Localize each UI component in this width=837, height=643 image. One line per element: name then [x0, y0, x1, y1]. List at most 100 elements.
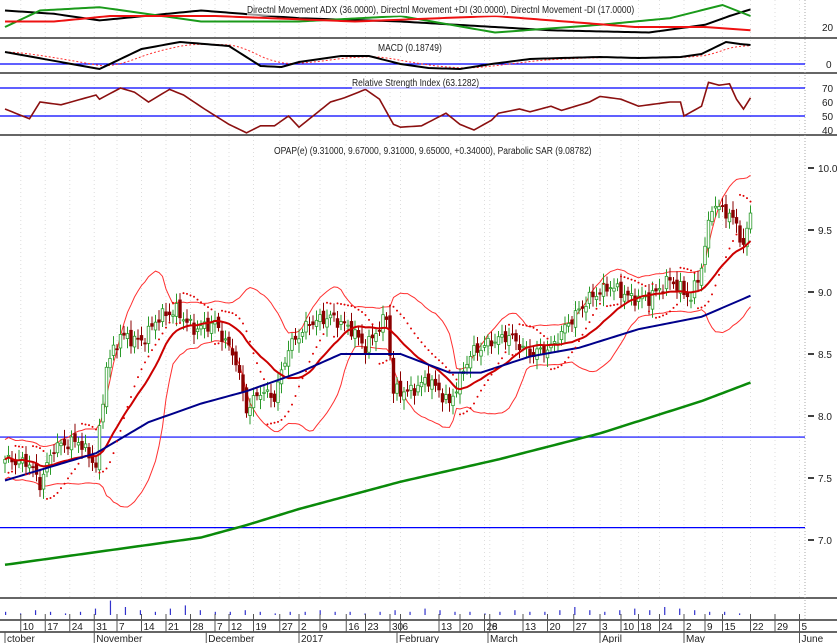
sar-dot	[445, 366, 447, 369]
volume-bar	[79, 611, 82, 615]
candle-body	[38, 477, 42, 491]
sar-dot	[140, 368, 143, 371]
date-tick-label: 19	[256, 622, 268, 633]
sar-dot	[658, 316, 661, 319]
sar-dot	[532, 326, 535, 329]
price-tick-label: 7.5	[818, 474, 832, 485]
candle-body	[181, 319, 186, 322]
candle-body	[496, 336, 501, 345]
volume-bar	[544, 611, 546, 615]
sar-dot	[578, 340, 580, 343]
volume-bar	[589, 610, 591, 615]
volume-bar	[139, 610, 142, 615]
candle-body	[538, 347, 543, 350]
candle-body	[507, 335, 511, 346]
sar-dot	[32, 445, 34, 448]
candle-body	[370, 334, 375, 339]
sar-dot	[277, 420, 279, 423]
date-tick-label: 31	[96, 622, 108, 633]
candle-body	[416, 384, 420, 393]
sar-dot	[210, 308, 213, 311]
candle-body	[514, 333, 518, 342]
candle-body	[391, 357, 396, 394]
sar-dot	[504, 351, 507, 354]
candle-body	[479, 349, 483, 357]
date-tick-label: 12	[231, 622, 243, 633]
candle-body	[608, 287, 613, 290]
sar-dot	[515, 353, 517, 356]
sar-dot	[263, 378, 265, 381]
sar-dot	[105, 467, 108, 470]
sar-dot	[179, 322, 181, 325]
sar-dot	[333, 335, 335, 338]
sar-dot	[252, 352, 255, 355]
volume-bar	[34, 610, 37, 615]
sar-dot	[725, 256, 727, 259]
candle-body	[62, 439, 67, 446]
candle-body	[286, 350, 291, 367]
sar-dot	[588, 321, 591, 324]
adx-tick-label: 20	[822, 23, 834, 34]
candle-body	[748, 212, 753, 230]
candle-body	[220, 330, 224, 342]
sar-dot	[336, 302, 339, 305]
volume-bar	[619, 610, 621, 615]
sar-dot	[424, 345, 426, 348]
volume-bar	[349, 611, 351, 615]
rsi-title: Relative Strength Index (63.1282)	[352, 78, 480, 89]
candle-body	[615, 283, 620, 288]
candle-body	[717, 206, 721, 211]
sar-dot	[343, 303, 346, 306]
sar-dot	[735, 233, 738, 236]
candle-body	[157, 319, 161, 323]
sar-dot	[154, 343, 157, 346]
candle-body	[199, 325, 203, 330]
candle-body	[657, 288, 662, 291]
sar-dot	[410, 327, 412, 330]
date-tick-label: 13	[441, 622, 453, 633]
sar-dot	[280, 418, 283, 421]
candle-body	[552, 341, 557, 344]
candle-body	[76, 442, 81, 446]
candle-body	[619, 281, 623, 299]
candle-body	[41, 473, 46, 490]
sar-dot	[655, 316, 657, 319]
date-tick-label: 5	[802, 622, 808, 633]
sar-dot	[627, 277, 629, 280]
sar-dot	[371, 323, 374, 326]
volume-bar	[259, 611, 261, 615]
candle-body	[80, 440, 84, 450]
candle-body	[699, 267, 704, 286]
candle-body	[136, 337, 140, 340]
sar-dot	[693, 271, 696, 274]
candle-body	[468, 356, 473, 369]
candle-body	[419, 382, 424, 388]
volume-bar	[199, 610, 201, 615]
sar-dot	[182, 292, 185, 295]
sar-dot	[7, 471, 10, 474]
volume-bar	[649, 610, 651, 615]
rsi-line	[4, 81, 752, 134]
candle-body	[73, 433, 77, 442]
price-tick-label: 8.5	[818, 350, 832, 361]
sar-dot	[669, 310, 671, 313]
candle-body	[262, 391, 266, 394]
sar-dot	[483, 384, 486, 387]
candle-body	[118, 334, 123, 349]
sar-dot	[613, 303, 615, 306]
sar-dot	[130, 396, 132, 399]
sar-dot	[186, 292, 188, 295]
sar-dot	[14, 444, 17, 447]
volume-bar	[454, 611, 456, 615]
sar-dot	[690, 269, 692, 272]
candle-body	[591, 291, 595, 298]
candle-body	[486, 337, 490, 347]
candle-body	[283, 362, 287, 367]
candle-body	[269, 392, 273, 398]
candle-body	[69, 436, 74, 451]
sar-dot	[214, 343, 216, 346]
volume-bar	[679, 608, 681, 615]
sar-dot	[378, 362, 381, 365]
sar-dot	[312, 352, 314, 355]
sar-dot	[448, 369, 451, 372]
